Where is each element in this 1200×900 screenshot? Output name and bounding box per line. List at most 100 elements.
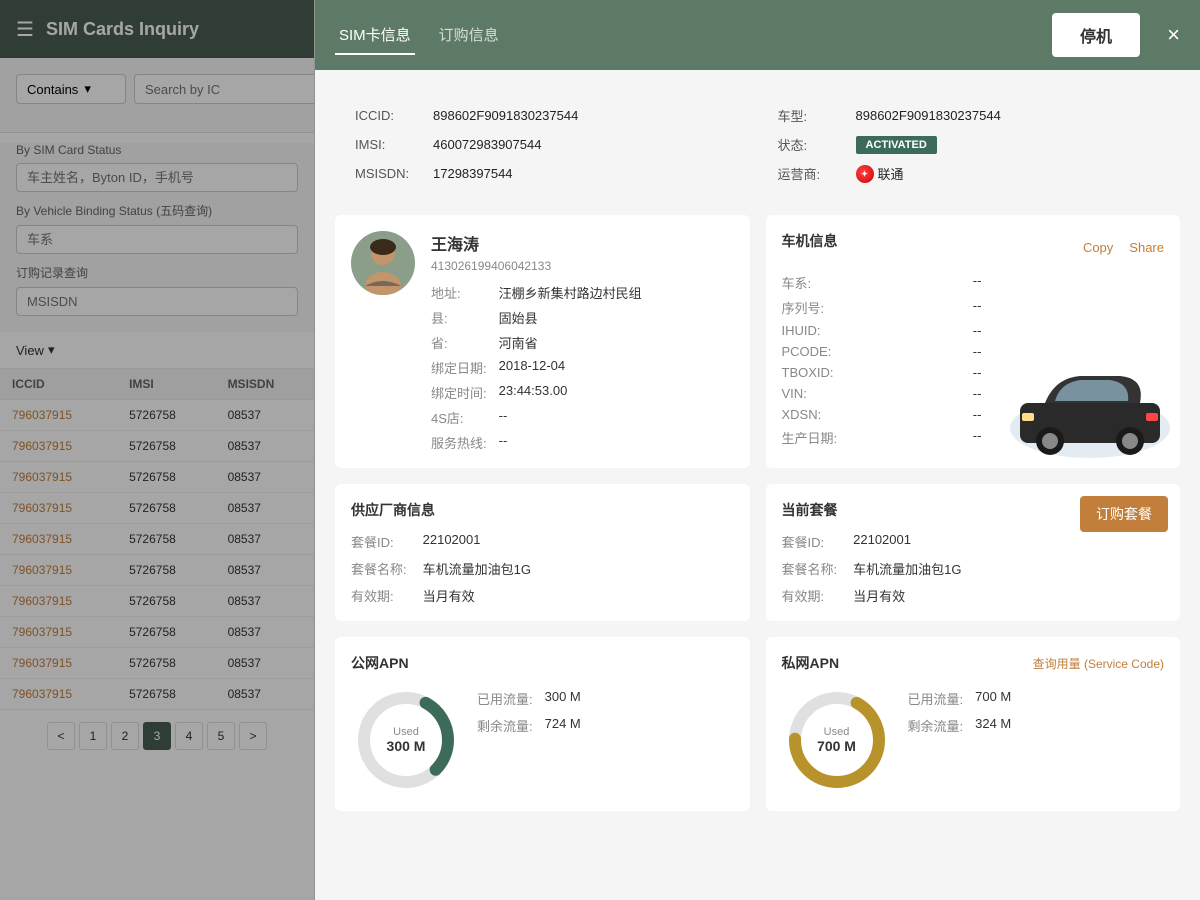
stop-service-button[interactable]: 停机	[1052, 13, 1140, 57]
plan-name-label: 套餐名称:	[782, 559, 838, 578]
plan-validity-label: 有效期:	[782, 586, 838, 605]
plan-name-value: 车机流量加油包1G	[853, 559, 1164, 578]
public-traffic-used-value: 300 M	[545, 689, 581, 708]
person-id: 413026199406042133	[431, 259, 642, 273]
car-type-item: 车型: 898602F9091830237544	[778, 106, 1161, 125]
serial-label: 序列号:	[782, 298, 973, 317]
supplier-title: 供应厂商信息	[351, 500, 734, 520]
vehicle-card: 车机信息 Copy Share 车系: -- 序列号: -- IHUID: --…	[766, 215, 1181, 468]
share-link[interactable]: Share	[1129, 240, 1164, 255]
copy-share-actions: Copy Share	[1083, 240, 1164, 255]
order-plan-button[interactable]: 订购套餐	[1080, 496, 1168, 532]
tab-sim-card[interactable]: SIM卡信息	[335, 16, 415, 55]
public-apn-card: 公网APN Used 300 M 已用流量:	[335, 637, 750, 811]
status-label: 状态:	[778, 135, 848, 154]
public-used-value: 300 M	[387, 738, 426, 754]
modal-body: ICCID: 898602F9091830237544 车型: 898602F9…	[315, 70, 1200, 831]
bind-date-label: 绑定日期:	[431, 358, 487, 377]
query-usage-link[interactable]: 查询用量 (Service Code)	[1033, 655, 1164, 672]
supplier-detail-grid: 套餐ID: 22102001 套餐名称: 车机流量加油包1G 有效期: 当月有效	[351, 532, 734, 605]
modal: SIM卡信息 订购信息 停机 × ICCID: 898602F909183023…	[315, 0, 1200, 900]
public-apn-title: 公网APN	[351, 653, 409, 673]
public-apn-content: Used 300 M 已用流量: 300 M 剩余流量: 724 M	[351, 685, 734, 795]
vehicle-card-header: 车机信息 Copy Share	[782, 231, 1165, 263]
ihuid-label: IHUID:	[782, 323, 973, 338]
cards-row: 王海涛 413026199406042133 地址: 汪棚乡新集村路边村民组 县…	[335, 215, 1180, 468]
hotline-label: 服务热线:	[431, 433, 487, 452]
vin-label: VIN:	[782, 386, 973, 401]
supplier-validity-label: 有效期:	[351, 586, 407, 605]
public-traffic-remain-label: 剩余流量:	[477, 716, 533, 735]
private-traffic-remain-value: 324 M	[975, 716, 1011, 735]
hotline-value: --	[499, 433, 642, 452]
iccid-value: 898602F9091830237544	[433, 108, 578, 123]
private-traffic-remain-label: 剩余流量:	[908, 716, 964, 735]
public-apn-donut: Used 300 M	[351, 685, 461, 795]
private-traffic-used-label: 已用流量:	[908, 689, 964, 708]
carrier-label: 运营商:	[778, 164, 848, 183]
person-card: 王海涛 413026199406042133 地址: 汪棚乡新集村路边村民组 县…	[335, 215, 750, 468]
close-button[interactable]: ×	[1167, 22, 1180, 48]
modal-header: SIM卡信息 订购信息 停机 ×	[315, 0, 1200, 70]
person-name: 王海涛	[431, 231, 642, 255]
copy-link[interactable]: Copy	[1083, 240, 1113, 255]
supplier-card: 供应厂商信息 套餐ID: 22102001 套餐名称: 车机流量加油包1G 有效…	[335, 484, 750, 621]
plan-detail-grid: 套餐ID: 22102001 套餐名称: 车机流量加油包1G 有效期: 当月有效	[782, 532, 1165, 605]
public-traffic-remain-value: 724 M	[545, 716, 581, 735]
private-apn-content: Used 700 M 已用流量: 700 M 剩余流量: 324 M	[782, 685, 1165, 795]
apn-row: 公网APN Used 300 M 已用流量:	[335, 637, 1180, 811]
private-traffic-used-value: 700 M	[975, 689, 1011, 708]
imsi-label: IMSI:	[355, 137, 425, 152]
store-label: 4S店:	[431, 408, 487, 427]
province-value: 河南省	[499, 333, 642, 352]
county-value: 固始县	[499, 308, 642, 327]
supplier-plan-name-value: 车机流量加油包1G	[423, 559, 734, 578]
private-used-text: Used	[817, 726, 856, 738]
person-info-section: 王海涛 413026199406042133 地址: 汪棚乡新集村路边村民组 县…	[351, 231, 734, 452]
tab-order[interactable]: 订购信息	[435, 16, 503, 55]
prod-date-label: 生产日期:	[782, 428, 973, 447]
private-used-value: 700 M	[817, 738, 856, 754]
imsi-item: IMSI: 460072983907544	[355, 135, 738, 154]
public-apn-header: 公网APN	[351, 653, 734, 673]
carrier-value: 联通	[878, 164, 904, 183]
plan-validity-value: 当月有效	[853, 586, 1164, 605]
address-label: 地址:	[431, 283, 487, 302]
serial-value: --	[973, 298, 1164, 317]
pcode-label: PCODE:	[782, 344, 973, 359]
imsi-value: 460072983907544	[433, 137, 541, 152]
chassis-value: --	[973, 273, 1164, 292]
store-value: --	[499, 408, 642, 427]
private-apn-donut: Used 700 M	[782, 685, 892, 795]
supplier-plan-id-value: 22102001	[423, 532, 734, 551]
vehicle-card-title: 车机信息	[782, 231, 838, 251]
msisdn-label: MSISDN:	[355, 166, 425, 181]
bind-date-value: 2018-12-04	[499, 358, 642, 377]
address-value: 汪棚乡新集村路边村民组	[499, 283, 642, 302]
sim-info-row: ICCID: 898602F9091830237544 车型: 898602F9…	[335, 90, 1180, 199]
plan-id-value: 22102001	[853, 532, 1164, 551]
public-used-text: Used	[387, 726, 426, 738]
msisdn-value: 17298397544	[433, 166, 513, 181]
public-apn-donut-label: Used 300 M	[387, 726, 426, 754]
private-apn-stats: 已用流量: 700 M 剩余流量: 324 M	[908, 685, 1012, 735]
status-badge: ACTIVATED	[856, 136, 937, 154]
iccid-item: ICCID: 898602F9091830237544	[355, 106, 738, 125]
supplier-plan-id-label: 套餐ID:	[351, 532, 407, 551]
bind-time-label: 绑定时间:	[431, 383, 487, 402]
car-type-value: 898602F9091830237544	[856, 108, 1001, 123]
public-apn-stats: 已用流量: 300 M 剩余流量: 724 M	[477, 685, 581, 735]
private-apn-header: 私网APN 查询用量 (Service Code)	[782, 653, 1165, 673]
supplier-validity-value: 当月有效	[423, 586, 734, 605]
iccid-label: ICCID:	[355, 108, 425, 123]
public-traffic-used-label: 已用流量:	[477, 689, 533, 708]
bind-time-value: 23:44:53.00	[499, 383, 642, 402]
person-detail-grid: 地址: 汪棚乡新集村路边村民组 县: 固始县 省: 河南省 绑定日期: 2018…	[431, 283, 642, 452]
province-label: 省:	[431, 333, 487, 352]
carrier-item: 运营商: ✦ 联通	[778, 164, 1161, 183]
car-type-label: 车型:	[778, 106, 848, 125]
tboxid-label: TBOXID:	[782, 365, 973, 380]
chassis-label: 车系:	[782, 273, 973, 292]
supplier-plan-row: 供应厂商信息 套餐ID: 22102001 套餐名称: 车机流量加油包1G 有效…	[335, 484, 1180, 621]
current-plan-card: 当前套餐 订购套餐 套餐ID: 22102001 套餐名称: 车机流量加油包1G…	[766, 484, 1181, 621]
